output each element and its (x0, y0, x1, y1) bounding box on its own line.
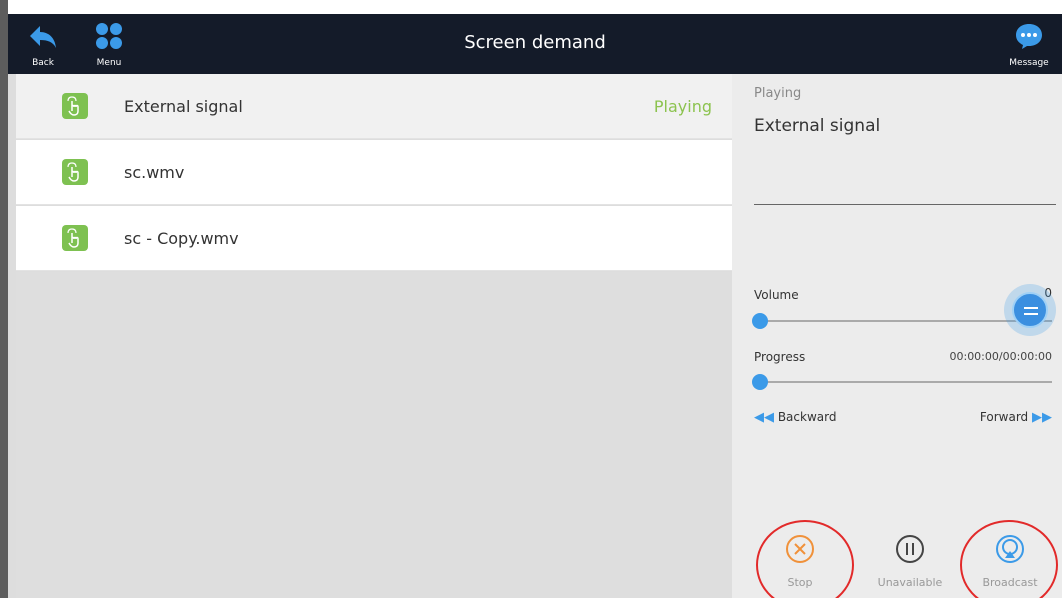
menu-label: Menu (96, 58, 122, 68)
assistive-icon (1012, 292, 1048, 328)
pause-label: Unavailable (877, 576, 943, 589)
stop-button[interactable]: Stop (760, 526, 840, 598)
message-label: Message (1009, 58, 1049, 68)
player-panel: Playing External signal Volume 0 Progres… (732, 74, 1062, 598)
floating-assistive-button[interactable] (1004, 284, 1056, 336)
app-window: Back Menu Screen demand Message External… (8, 14, 1062, 598)
top-strip (0, 0, 1062, 14)
progress-slider-handle[interactable] (752, 374, 768, 390)
playing-name: External signal (754, 116, 881, 136)
page-title: Screen demand (464, 32, 606, 53)
left-strip (0, 0, 8, 598)
broadcast-icon (996, 535, 1024, 563)
forward-label: Forward (979, 410, 1029, 424)
broadcast-label: Broadcast (982, 576, 1038, 589)
fast-forward-icon: ▶▶ (1032, 410, 1052, 425)
list-item-name: sc - Copy.wmv (124, 229, 239, 248)
back-label: Back (32, 58, 54, 68)
pause-button[interactable]: Unavailable (870, 526, 950, 598)
stop-x-icon (786, 535, 814, 563)
list-item-sc-wmv[interactable]: sc.wmv (16, 140, 732, 205)
backward-label: Backward (777, 410, 837, 424)
list-item-external-signal[interactable]: External signal Playing (16, 74, 732, 139)
message-bubble-icon (1016, 24, 1042, 49)
touch-hand-icon (62, 225, 88, 251)
header-bar: Back Menu Screen demand Message (8, 14, 1062, 74)
list-item-name: sc.wmv (124, 163, 185, 182)
backward-button[interactable]: ◀◀ Backward (754, 410, 836, 425)
status-badge: Playing (653, 97, 712, 116)
touch-hand-icon (62, 93, 88, 119)
volume-label: Volume (754, 288, 799, 302)
progress-label: Progress (754, 350, 806, 364)
volume-slider-handle[interactable] (752, 313, 768, 329)
playing-label: Playing (754, 86, 802, 101)
stop-label: Stop (787, 576, 813, 589)
divider (754, 204, 1056, 205)
list-empty-area (16, 272, 732, 598)
message-button[interactable]: Message (1006, 20, 1052, 70)
progress-time: 00:00:00/00:00:00 (949, 350, 1052, 363)
list-item-sc-copy-wmv[interactable]: sc - Copy.wmv (16, 206, 732, 271)
broadcast-button[interactable]: Broadcast (970, 526, 1050, 598)
progress-slider[interactable] (752, 374, 1052, 390)
pause-icon (896, 535, 924, 563)
rewind-icon: ◀◀ (754, 410, 774, 425)
forward-button[interactable]: Forward ▶▶ (980, 410, 1052, 425)
touch-hand-icon (62, 159, 88, 185)
media-list: External signal Playing sc.wmv sc - Copy… (16, 74, 732, 272)
list-item-name: External signal (124, 97, 243, 116)
